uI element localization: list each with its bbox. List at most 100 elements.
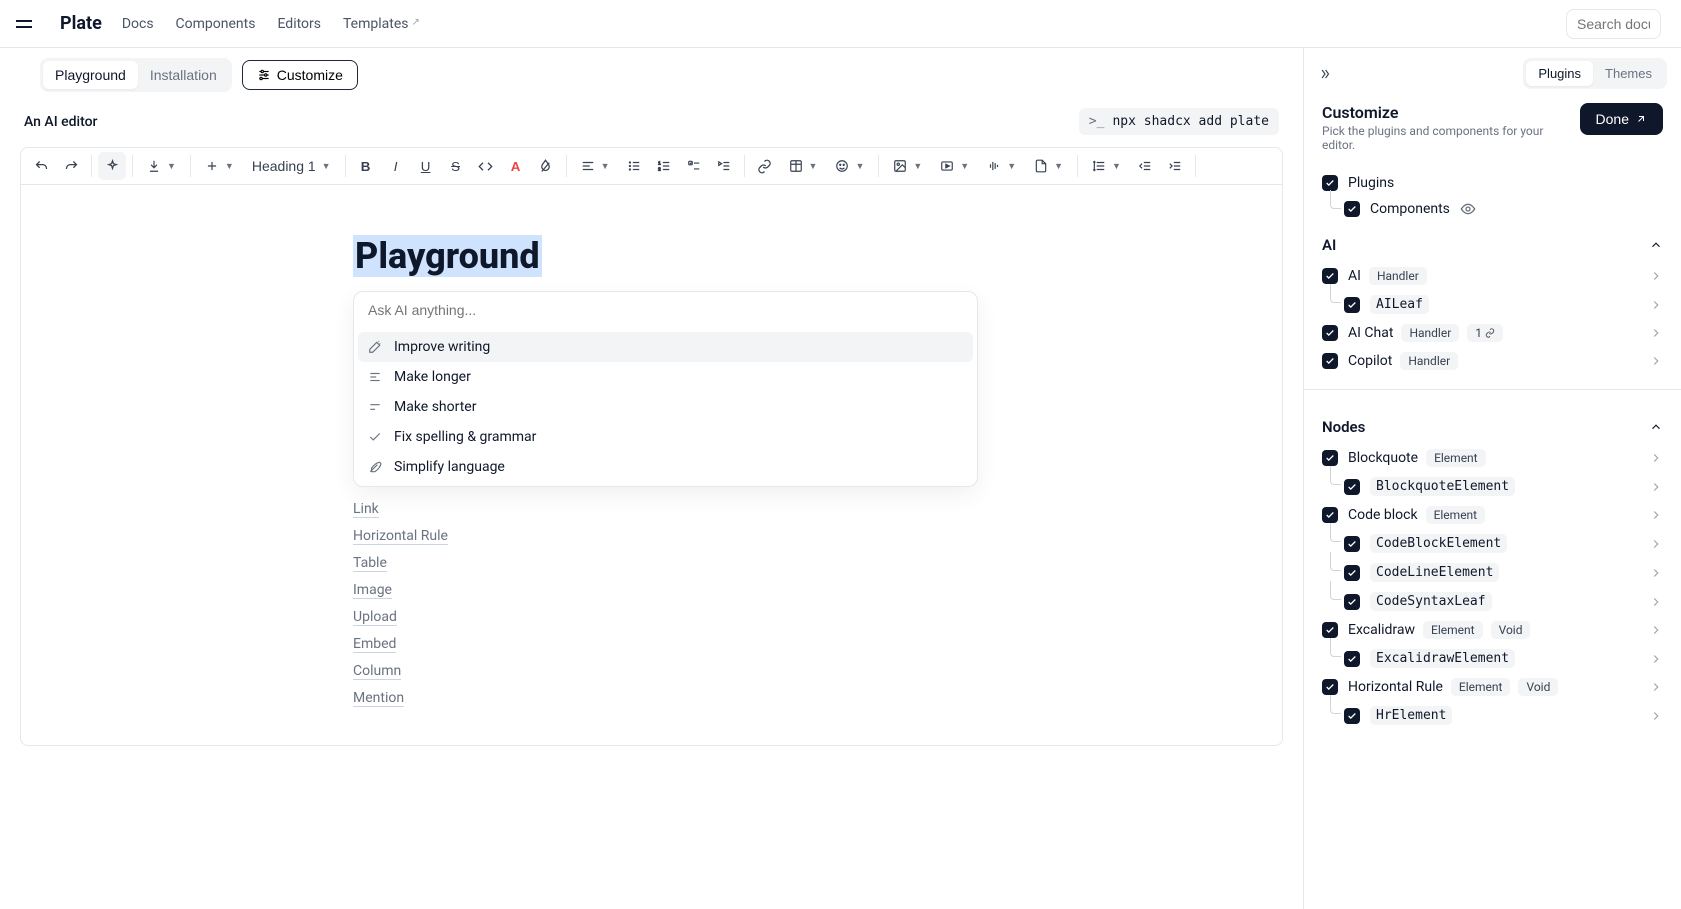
bullet-list-button[interactable] xyxy=(620,152,648,180)
chevron-right-icon[interactable] xyxy=(1649,354,1663,368)
tree-item[interactable]: AIHandler xyxy=(1322,262,1663,290)
editor-canvas[interactable]: Playground Improve writing Make longer M… xyxy=(21,185,1282,745)
indent-button[interactable] xyxy=(1161,152,1189,180)
chevron-right-icon[interactable] xyxy=(1649,623,1663,637)
tab-installation[interactable]: Installation xyxy=(138,61,229,89)
tree-item[interactable]: AI ChatHandler1 xyxy=(1322,319,1663,347)
insert-button[interactable]: ▼ xyxy=(197,152,242,180)
audio-button[interactable]: ▼ xyxy=(979,152,1024,180)
code-button[interactable] xyxy=(472,152,500,180)
done-button[interactable]: Done xyxy=(1580,103,1663,135)
video-button[interactable]: ▼ xyxy=(932,152,977,180)
chevron-right-icon[interactable] xyxy=(1649,298,1663,312)
outdent-button[interactable] xyxy=(1131,152,1159,180)
chevron-right-icon[interactable] xyxy=(1649,326,1663,340)
numbered-list-button[interactable]: 12 xyxy=(650,152,678,180)
doc-link[interactable]: Table xyxy=(353,555,387,572)
checkbox[interactable] xyxy=(1344,565,1360,581)
checkbox[interactable] xyxy=(1344,651,1360,667)
doc-link[interactable]: Upload xyxy=(353,609,397,626)
italic-button[interactable]: I xyxy=(382,152,410,180)
export-button[interactable]: ▼ xyxy=(139,152,184,180)
checkbox[interactable] xyxy=(1344,297,1360,313)
underline-button[interactable]: U xyxy=(412,152,440,180)
bold-button[interactable]: B xyxy=(352,152,380,180)
checkbox[interactable] xyxy=(1344,708,1360,724)
chevron-right-icon[interactable] xyxy=(1649,652,1663,666)
brand[interactable]: Plate xyxy=(60,13,102,34)
text-color-button[interactable]: A xyxy=(502,152,530,180)
customize-button[interactable]: Customize xyxy=(242,60,358,90)
tree-child[interactable]: CodeLineElement xyxy=(1322,558,1663,587)
menu-toggle[interactable] xyxy=(16,18,40,30)
chevron-right-icon[interactable] xyxy=(1649,709,1663,723)
undo-button[interactable] xyxy=(27,152,55,180)
checkbox[interactable] xyxy=(1322,622,1338,638)
section-nodes[interactable]: Nodes xyxy=(1322,404,1663,444)
panel-tab-plugins[interactable]: Plugins xyxy=(1526,61,1593,86)
tree-child[interactable]: AILeaf xyxy=(1322,290,1663,319)
tree-root-components[interactable]: Components xyxy=(1322,196,1663,222)
checkbox[interactable] xyxy=(1322,353,1338,369)
ai-suggestion-improve[interactable]: Improve writing xyxy=(358,332,973,362)
eye-icon[interactable] xyxy=(1460,201,1476,217)
ai-suggestion-longer[interactable]: Make longer xyxy=(358,362,973,392)
tree-item[interactable]: CopilotHandler xyxy=(1322,347,1663,375)
checkbox[interactable] xyxy=(1322,450,1338,466)
checkbox[interactable] xyxy=(1322,268,1338,284)
chevron-right-icon[interactable] xyxy=(1649,269,1663,283)
align-button[interactable]: ▼ xyxy=(573,152,618,180)
ai-suggestion-simplify[interactable]: Simplify language xyxy=(358,452,973,482)
image-button[interactable]: ▼ xyxy=(885,152,930,180)
install-command[interactable]: >_ npx shadcx add plate xyxy=(1079,108,1279,135)
tree-item[interactable]: BlockquoteElement xyxy=(1322,444,1663,472)
checkbox[interactable] xyxy=(1344,594,1360,610)
emoji-button[interactable]: ▼ xyxy=(827,152,872,180)
doc-link[interactable]: Image xyxy=(353,582,392,599)
panel-tab-themes[interactable]: Themes xyxy=(1593,61,1664,86)
chevron-right-icon[interactable] xyxy=(1649,451,1663,465)
file-button[interactable]: ▼ xyxy=(1026,152,1071,180)
doc-link[interactable]: Embed xyxy=(353,636,396,653)
block-type-button[interactable]: Heading 1▼ xyxy=(244,152,339,180)
checkbox[interactable] xyxy=(1344,201,1360,217)
search-input[interactable] xyxy=(1577,16,1650,32)
nav-components[interactable]: Components xyxy=(176,16,256,32)
nav-templates[interactable]: Templates xyxy=(343,16,420,32)
chevron-right-icon[interactable] xyxy=(1649,537,1663,551)
checkbox[interactable] xyxy=(1322,175,1338,191)
search-box[interactable] xyxy=(1566,9,1661,39)
doc-link[interactable]: Mention xyxy=(353,690,404,707)
tree-child[interactable]: ExcalidrawElement xyxy=(1322,644,1663,673)
chevron-right-icon[interactable] xyxy=(1649,680,1663,694)
strikethrough-button[interactable]: S xyxy=(442,152,470,180)
nav-editors[interactable]: Editors xyxy=(277,16,321,32)
ai-button[interactable] xyxy=(98,152,126,180)
chevron-right-icon[interactable] xyxy=(1649,508,1663,522)
ai-input[interactable] xyxy=(354,292,977,328)
tree-root-plugins[interactable]: Plugins xyxy=(1322,170,1663,196)
ai-suggestion-shorter[interactable]: Make shorter xyxy=(358,392,973,422)
checkbox[interactable] xyxy=(1322,325,1338,341)
chevron-right-icon[interactable] xyxy=(1649,595,1663,609)
checkbox[interactable] xyxy=(1344,536,1360,552)
tab-playground[interactable]: Playground xyxy=(43,61,138,89)
tree-item[interactable]: ExcalidrawElementVoid xyxy=(1322,616,1663,644)
doc-link[interactable]: Link xyxy=(353,501,379,518)
tree-child[interactable]: BlockquoteElement xyxy=(1322,472,1663,501)
tree-child[interactable]: CodeSyntaxLeaf xyxy=(1322,587,1663,616)
table-button[interactable]: ▼ xyxy=(781,152,826,180)
checklist-button[interactable] xyxy=(680,152,708,180)
section-ai[interactable]: AI xyxy=(1322,222,1663,262)
toggle-list-button[interactable] xyxy=(710,152,738,180)
tree-child[interactable]: HrElement xyxy=(1322,701,1663,730)
chevron-right-icon[interactable] xyxy=(1649,480,1663,494)
nav-docs[interactable]: Docs xyxy=(122,16,154,32)
ai-suggestion-spelling[interactable]: Fix spelling & grammar xyxy=(358,422,973,452)
doc-link[interactable]: Column xyxy=(353,663,401,680)
tree-item[interactable]: Code blockElement xyxy=(1322,501,1663,529)
doc-title[interactable]: Playground xyxy=(353,235,542,277)
checkbox[interactable] xyxy=(1344,479,1360,495)
link-button[interactable] xyxy=(751,152,779,180)
line-height-button[interactable]: ▼ xyxy=(1084,152,1129,180)
